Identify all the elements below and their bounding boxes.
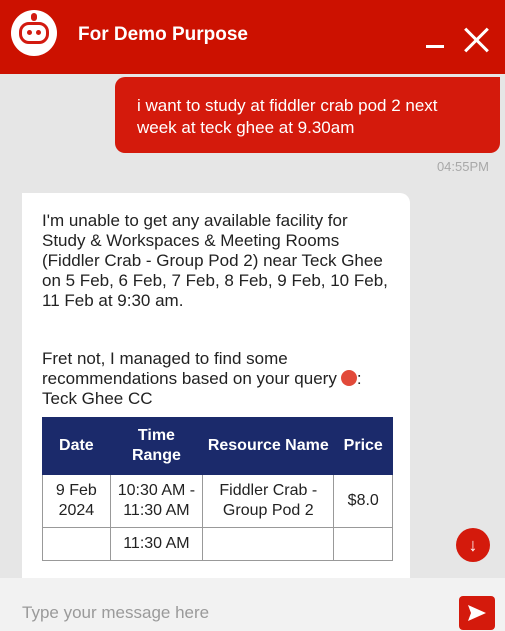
bot-message-bubble: I'm unable to get any available facility… — [22, 193, 410, 631]
chat-title: For Demo Purpose — [78, 24, 248, 45]
table-cell: 10:30 AM - 11:30 AM — [109, 474, 204, 528]
location-label: Teck Ghee CC — [42, 389, 153, 408]
bot-message-recommendation: Fret not, I managed to find some recomme… — [42, 349, 362, 388]
table-header-row: Date Time Range Resource Name Price — [42, 417, 393, 475]
send-button[interactable] — [459, 596, 495, 630]
message-timestamp: 04:55PM — [436, 159, 489, 174]
robot-icon — [19, 22, 49, 44]
table-cell: 11:30 AM — [109, 527, 204, 561]
emoji-icon — [340, 370, 357, 386]
table-cell — [333, 527, 393, 561]
bot-message-text: I'm unable to get any available facility… — [42, 211, 388, 310]
user-message-bubble: i want to study at fiddler crab pod 2 ne… — [115, 77, 500, 153]
table-cell — [202, 527, 335, 561]
table-cell: Fiddler Crab - Group Pod 2 — [202, 474, 335, 528]
message-input[interactable] — [22, 601, 432, 625]
scroll-down-button[interactable]: ↓ — [456, 528, 490, 562]
column-header-time-range: Time Range — [109, 417, 204, 475]
robot-antenna — [31, 13, 37, 21]
table-cell — [42, 527, 111, 561]
table-row: 9 Feb 2024 10:30 AM - 11:30 AM Fiddler C… — [42, 474, 393, 528]
column-header-date: Date — [42, 417, 111, 475]
column-header-price: Price — [333, 417, 393, 475]
column-header-resource-name: Resource Name — [202, 417, 335, 475]
arrow-down-icon: ↓ — [468, 534, 478, 555]
close-icon[interactable] — [463, 26, 491, 54]
chat-header: For Demo Purpose — [0, 0, 505, 74]
avatar — [11, 10, 57, 56]
user-message-text: i want to study at fiddler crab pod 2 ne… — [137, 96, 438, 137]
results-table: Date Time Range Resource Name Price 9 Fe… — [42, 417, 393, 561]
table-cell: 9 Feb 2024 — [42, 474, 111, 528]
send-icon — [468, 605, 486, 621]
table-row: 11:30 AM — [42, 527, 393, 561]
table-cell: $8.0 — [333, 474, 393, 528]
minimize-icon[interactable] — [424, 28, 448, 52]
